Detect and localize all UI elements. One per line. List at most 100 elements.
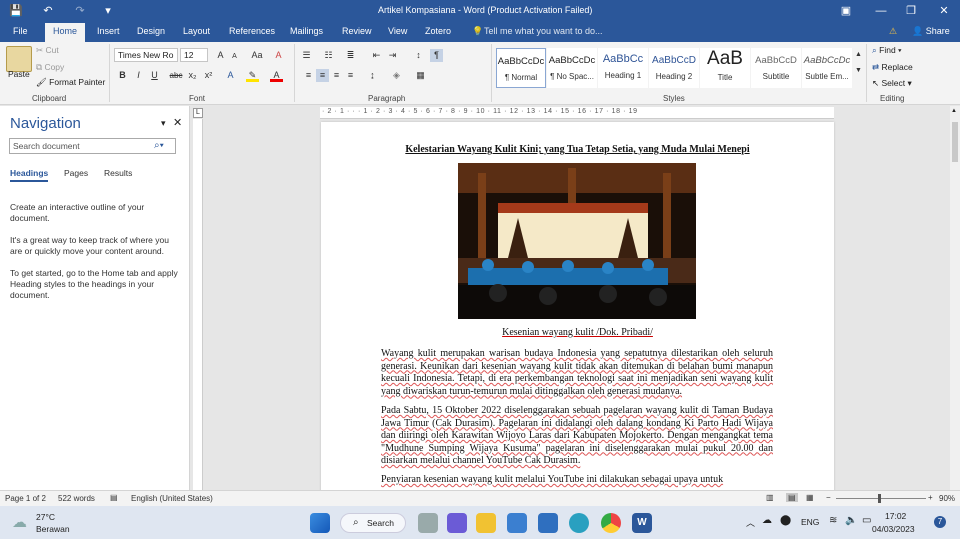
edge-icon[interactable] — [569, 513, 589, 533]
subscript-button[interactable]: x₂ — [186, 69, 199, 82]
word-count[interactable]: 522 words — [58, 494, 95, 503]
article-heading[interactable]: Kelestarian Wayang Kulit Kini; yang Tua … — [321, 144, 834, 155]
zoom-level[interactable]: 90% — [939, 494, 955, 503]
tab-insert[interactable]: Insert — [97, 26, 120, 36]
file-explorer-icon[interactable] — [476, 513, 496, 533]
document-page[interactable]: Kelestarian Wayang Kulit Kini; yang Tua … — [321, 122, 834, 492]
numbering-icon[interactable]: ☷ — [322, 49, 335, 62]
save-icon[interactable]: 💾 — [8, 3, 24, 19]
zoom-out-icon[interactable]: − — [826, 493, 831, 502]
tray-chevron-icon[interactable]: ︿ — [746, 516, 755, 529]
style-normal[interactable]: AaBbCcDc ¶ Normal — [496, 48, 546, 88]
tab-pages[interactable]: Pages — [64, 168, 88, 178]
photo-caption[interactable]: Kesenian wayang kulit /Dok. Pribadi/ — [321, 327, 834, 338]
format-painter-button[interactable]: 🖌 Format Painter — [36, 77, 105, 88]
tab-layout[interactable]: Layout — [183, 26, 210, 36]
shrink-font-icon[interactable]: A — [228, 50, 241, 63]
search-button[interactable]: ⌕ Search — [340, 513, 406, 533]
shading-icon[interactable]: ◈ — [390, 69, 403, 82]
pane-options-icon[interactable]: ▾ — [161, 118, 166, 129]
font-size-box[interactable]: 12 — [180, 48, 208, 62]
style-heading-2[interactable]: AaBbCcD Heading 2 — [649, 48, 699, 88]
app-tray-icon[interactable]: ⬤ — [780, 515, 791, 526]
cloud-icon[interactable]: ☁ — [762, 515, 772, 526]
find-button[interactable]: ⌕ Find ▾ — [872, 45, 902, 56]
clear-formatting-icon[interactable]: A — [272, 49, 285, 62]
tell-me-box[interactable]: Tell me what you want to do... — [484, 26, 603, 36]
wayang-photo[interactable] — [458, 163, 696, 319]
zoom-slider-handle[interactable] — [878, 494, 881, 503]
bold-button[interactable]: B — [116, 69, 129, 82]
proofing-icon[interactable]: ▤ — [110, 493, 118, 502]
notification-badge[interactable]: 7 — [934, 516, 946, 528]
tab-zotero[interactable]: Zotero — [425, 26, 451, 36]
styles-scroll-down-icon[interactable]: ▼ — [852, 64, 865, 77]
redo-icon[interactable]: ↷ — [72, 3, 88, 19]
style-subtitle[interactable]: AaBbCcD Subtitle — [751, 48, 801, 88]
word-icon[interactable]: W — [632, 513, 652, 533]
style-title[interactable]: AaB Title — [700, 48, 750, 88]
start-icon[interactable] — [310, 513, 330, 533]
tab-review[interactable]: Review — [342, 26, 372, 36]
bullets-icon[interactable]: ☰ — [300, 49, 313, 62]
tab-home[interactable]: Home — [45, 23, 86, 42]
zoom-in-icon[interactable]: + — [928, 493, 933, 502]
tab-view[interactable]: View — [388, 26, 407, 36]
teams-icon[interactable] — [447, 513, 467, 533]
vertical-scrollbar[interactable]: ▲ — [950, 106, 960, 490]
tab-mailings[interactable]: Mailings — [290, 26, 323, 36]
tab-results[interactable]: Results — [104, 168, 132, 178]
customize-qat-icon[interactable]: ▾ — [100, 3, 116, 19]
ribbon-display-options-icon[interactable]: ▣ — [838, 3, 854, 19]
line-spacing-icon[interactable]: ↨ — [366, 69, 379, 82]
tab-file[interactable]: File — [13, 26, 28, 36]
print-layout-icon[interactable]: ▤ — [786, 493, 798, 502]
text-effects-icon[interactable]: A — [224, 69, 237, 82]
tab-selector-icon[interactable]: L — [193, 108, 203, 118]
paragraph-2[interactable]: Pada Sabtu, 15 Oktober 2022 diselenggara… — [381, 405, 773, 468]
strikethrough-button[interactable]: abc — [168, 69, 184, 82]
paste-button[interactable]: Paste — [8, 69, 30, 79]
highlight-icon[interactable]: ✎ — [246, 69, 259, 82]
page-count[interactable]: Page 1 of 2 — [5, 494, 46, 503]
align-center-icon[interactable]: ≡ — [316, 69, 329, 82]
pane-close-icon[interactable]: ✕ — [173, 116, 182, 129]
tab-headings[interactable]: Headings — [10, 168, 49, 182]
style-no-spacing[interactable]: AaBbCcDc ¶ No Spac... — [547, 48, 597, 88]
decrease-indent-icon[interactable]: ⇤ — [370, 49, 383, 62]
paragraph-1[interactable]: Wayang kulit merupakan warisan budaya In… — [381, 348, 773, 398]
task-view-icon[interactable] — [418, 513, 438, 533]
language-indicator[interactable]: English (United States) — [131, 494, 213, 503]
align-right-icon[interactable]: ≡ — [330, 69, 343, 82]
weather-desc[interactable]: Berawan — [36, 524, 70, 534]
scroll-thumb[interactable] — [952, 122, 958, 162]
volume-icon[interactable]: 🔈 — [845, 515, 857, 526]
weather-temp[interactable]: 27°C — [36, 512, 55, 522]
language-label[interactable]: ENG — [801, 517, 819, 527]
scroll-up-icon[interactable]: ▲ — [951, 108, 957, 114]
select-button[interactable]: ↖ Select ▾ — [872, 78, 912, 89]
mail-icon[interactable] — [538, 513, 558, 533]
show-formatting-icon[interactable]: ¶ — [430, 49, 443, 62]
chrome-icon[interactable] — [601, 513, 621, 533]
superscript-button[interactable]: x² — [202, 69, 215, 82]
wifi-icon[interactable]: ≋ — [829, 515, 837, 526]
increase-indent-icon[interactable]: ⇥ — [386, 49, 399, 62]
web-layout-icon[interactable]: ▦ — [806, 493, 814, 502]
clock-date[interactable]: 04/03/2023 — [872, 524, 915, 534]
weather-icon[interactable]: ☁ — [12, 513, 27, 531]
style-heading-1[interactable]: AaBbCc Heading 1 — [598, 48, 648, 88]
styles-scroll-up-icon[interactable]: ▲ — [852, 48, 865, 61]
undo-icon[interactable]: ↶ — [40, 3, 56, 19]
cut-button[interactable]: ✂ Cut — [36, 45, 59, 56]
change-case-icon[interactable]: Aa — [248, 49, 266, 62]
search-icon[interactable]: ⌕▾ — [154, 140, 164, 151]
sort-icon[interactable]: ↕ — [412, 49, 425, 62]
share-button[interactable]: 👤 Share — [912, 26, 950, 37]
tab-design[interactable]: Design — [137, 26, 165, 36]
clock-time[interactable]: 17:02 — [885, 511, 906, 521]
replace-button[interactable]: ⇄ Replace — [872, 62, 913, 73]
app-icon[interactable] — [507, 513, 527, 533]
font-color-icon[interactable]: A — [270, 69, 283, 82]
italic-button[interactable]: I — [132, 69, 145, 82]
